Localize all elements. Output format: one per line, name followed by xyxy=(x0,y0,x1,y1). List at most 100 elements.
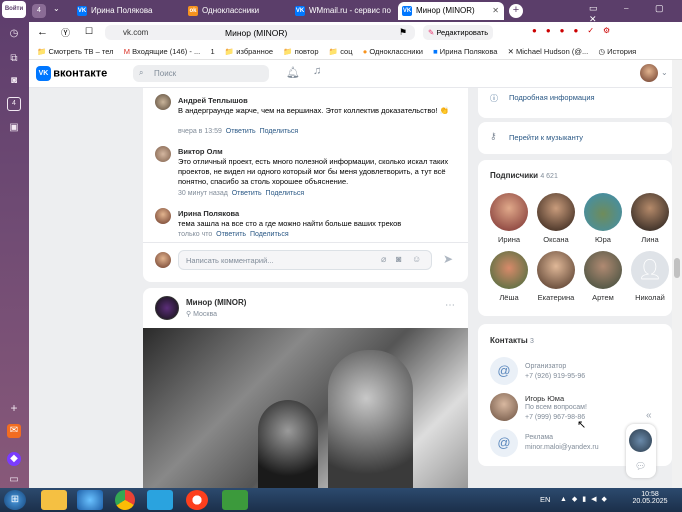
subscriber-avatar-placeholder[interactable]: 👤︎ xyxy=(631,251,669,289)
contact-detail[interactable]: minor.maloi@yandex.ru xyxy=(525,444,599,451)
chat-avatar[interactable] xyxy=(629,429,652,452)
comment-author[interactable]: Ирина Полякова xyxy=(178,209,239,218)
bookmark-soc[interactable]: 📁 соц xyxy=(329,43,353,59)
comment-avatar[interactable] xyxy=(155,94,171,110)
post-photo[interactable] xyxy=(143,328,468,488)
notifications-bell-icon[interactable]: 🔔︎ xyxy=(286,66,300,79)
chat-icon[interactable]: 💬︎ xyxy=(635,461,646,472)
comment-avatar[interactable] xyxy=(155,146,171,162)
start-button[interactable]: ⊞ xyxy=(4,490,26,510)
url-field[interactable]: vk.com Минор (MINOR) ⚑ xyxy=(105,25,415,40)
mail-icon[interactable]: ✉ xyxy=(7,424,21,438)
vk-logo[interactable]: VK вконтакте xyxy=(36,66,107,81)
music-icon[interactable]: ♫ xyxy=(313,65,321,77)
subscriber-avatar[interactable] xyxy=(490,193,528,231)
comment-time[interactable]: вчера в 13:59 xyxy=(178,128,222,135)
subscriber-name[interactable]: Лёша xyxy=(490,293,528,302)
comment-avatar[interactable] xyxy=(155,208,171,224)
back-icon[interactable]: ← xyxy=(37,26,48,38)
search-input[interactable]: ⌕ Поиск xyxy=(133,65,269,82)
share-link[interactable]: Поделиться xyxy=(250,231,289,238)
tray-icons[interactable]: ▲◆▮◀◆ xyxy=(560,495,612,503)
post-author[interactable]: Минор (MINOR) xyxy=(186,298,246,307)
add-icon[interactable]: + xyxy=(7,401,21,415)
bookmark-tv[interactable]: 📁 Смотреть ТВ – тел xyxy=(37,43,114,59)
bookmark-history[interactable]: ◷ История xyxy=(598,43,636,59)
subscriber-avatar[interactable] xyxy=(584,193,622,231)
subscriber-avatar[interactable] xyxy=(490,251,528,289)
more-info-link[interactable]: Подробная информация xyxy=(509,93,595,102)
bookmark-icon[interactable]: ☐ xyxy=(85,26,93,37)
subscriber-name[interactable]: Артем xyxy=(584,293,622,302)
ie-icon[interactable] xyxy=(77,490,103,510)
chrome-icon[interactable] xyxy=(115,490,135,510)
yandex-browser-icon[interactable] xyxy=(186,490,208,510)
subscriber-avatar[interactable] xyxy=(631,193,669,231)
yandex-icon[interactable]: Ⓨ xyxy=(61,26,70,39)
comment-time[interactable]: только что xyxy=(178,231,212,238)
profile-avatar[interactable] xyxy=(640,64,658,82)
subscriber-name[interactable]: Ирина xyxy=(490,235,528,244)
chat-widget[interactable]: 💬︎ xyxy=(626,424,656,478)
subscriber-name[interactable]: Оксана xyxy=(537,235,575,244)
comment-input[interactable]: Написать комментарий... ⌀ ◙ ☺ xyxy=(178,250,432,270)
share-link[interactable]: Поделиться xyxy=(266,190,305,197)
close-tab-icon[interactable]: ✕ xyxy=(492,2,499,20)
edit-button[interactable]: ✎ Редактировать xyxy=(423,25,494,40)
collections-icon[interactable]: ▣ xyxy=(7,121,21,135)
bookmark-flag-icon[interactable]: ⚑ xyxy=(399,27,407,38)
send-icon[interactable]: ➤ xyxy=(443,252,453,266)
scrollbar-thumb[interactable] xyxy=(674,258,680,278)
new-tab-button[interactable]: + xyxy=(509,4,523,18)
extensions-area[interactable]: ●●●●✓⚙ xyxy=(532,26,619,35)
explorer-icon[interactable] xyxy=(41,490,67,510)
copy-icon[interactable]: ⧉ xyxy=(7,52,21,66)
subscriber-name[interactable]: Лина xyxy=(631,235,669,244)
clock[interactable]: 10:58 20.05.2025 xyxy=(630,491,670,505)
history-icon[interactable]: ◷ xyxy=(7,27,21,41)
bookmark-irina[interactable]: ■ Ирина Полякова xyxy=(433,43,497,59)
bookmark-inbox[interactable]: M Входящие (146) - ... xyxy=(124,43,200,59)
contact-avatar[interactable] xyxy=(490,393,518,421)
camera-icon[interactable]: ◙ xyxy=(396,254,401,264)
tab-count-button[interactable]: 4 xyxy=(32,4,46,18)
emoji-icon[interactable]: ☺ xyxy=(412,254,421,264)
subscriber-name[interactable]: Юра xyxy=(584,235,622,244)
sidebar-settings-icon[interactable]: ▭ xyxy=(7,473,21,487)
tab-irina[interactable]: VK Ирина Полякова xyxy=(73,2,181,20)
subscriber-avatar[interactable] xyxy=(584,251,622,289)
subscribers-header[interactable]: Подписчики 4 621 xyxy=(490,171,558,180)
contact-name[interactable]: Игорь Юма xyxy=(525,394,564,403)
page-scrollbar[interactable] xyxy=(672,60,682,488)
comment-author[interactable]: Виктор Олм xyxy=(178,147,223,156)
comment-author[interactable]: Андрей Теплышов xyxy=(178,96,248,105)
subscriber-avatar[interactable] xyxy=(537,193,575,231)
tab-wmmail[interactable]: VK WMmail.ru - сервис по xyxy=(291,2,397,20)
contact-detail[interactable]: +7 (926) 919-95-96 xyxy=(525,373,585,380)
bookmark-michael[interactable]: ✕ Michael Hudson (@... xyxy=(508,43,589,59)
comment-time[interactable]: 30 минут назад xyxy=(178,190,228,197)
tabs-count-icon[interactable]: 4 xyxy=(7,97,21,111)
reply-link[interactable]: Ответить xyxy=(226,128,256,135)
reply-link[interactable]: Ответить xyxy=(216,231,246,238)
tab-odnoklassniki[interactable]: ok Одноклассники xyxy=(184,2,292,20)
collapse-chevron-icon[interactable]: « xyxy=(646,410,652,421)
camera-icon[interactable]: ◙ xyxy=(7,74,21,88)
language-indicator[interactable]: EN xyxy=(540,495,550,504)
post-menu-icon[interactable]: ⋯ xyxy=(445,300,455,311)
attach-icon[interactable]: ⌀ xyxy=(381,254,386,265)
tab-list-chevron-icon[interactable]: ⌄ xyxy=(53,4,60,13)
share-link[interactable]: Поделиться xyxy=(260,128,299,135)
reply-link[interactable]: Ответить xyxy=(232,190,262,197)
login-badge[interactable]: Войти xyxy=(2,1,26,18)
alice-icon[interactable]: ◆ xyxy=(7,452,21,466)
bookmark-repeat[interactable]: 📁 повтор xyxy=(283,43,318,59)
bookmark-1[interactable]: 1 xyxy=(210,43,214,59)
bookmark-ok[interactable]: ● Одноклассники xyxy=(363,43,423,59)
telegram-icon[interactable] xyxy=(147,490,173,510)
bookmark-favorites[interactable]: 📁 избранное xyxy=(225,43,273,59)
profile-chevron-icon[interactable]: ⌄ xyxy=(661,68,668,77)
contacts-header[interactable]: Контакты 3 xyxy=(490,336,534,345)
app-icon[interactable] xyxy=(222,490,248,510)
go-musician-link[interactable]: Перейти к музыканту xyxy=(509,133,583,142)
